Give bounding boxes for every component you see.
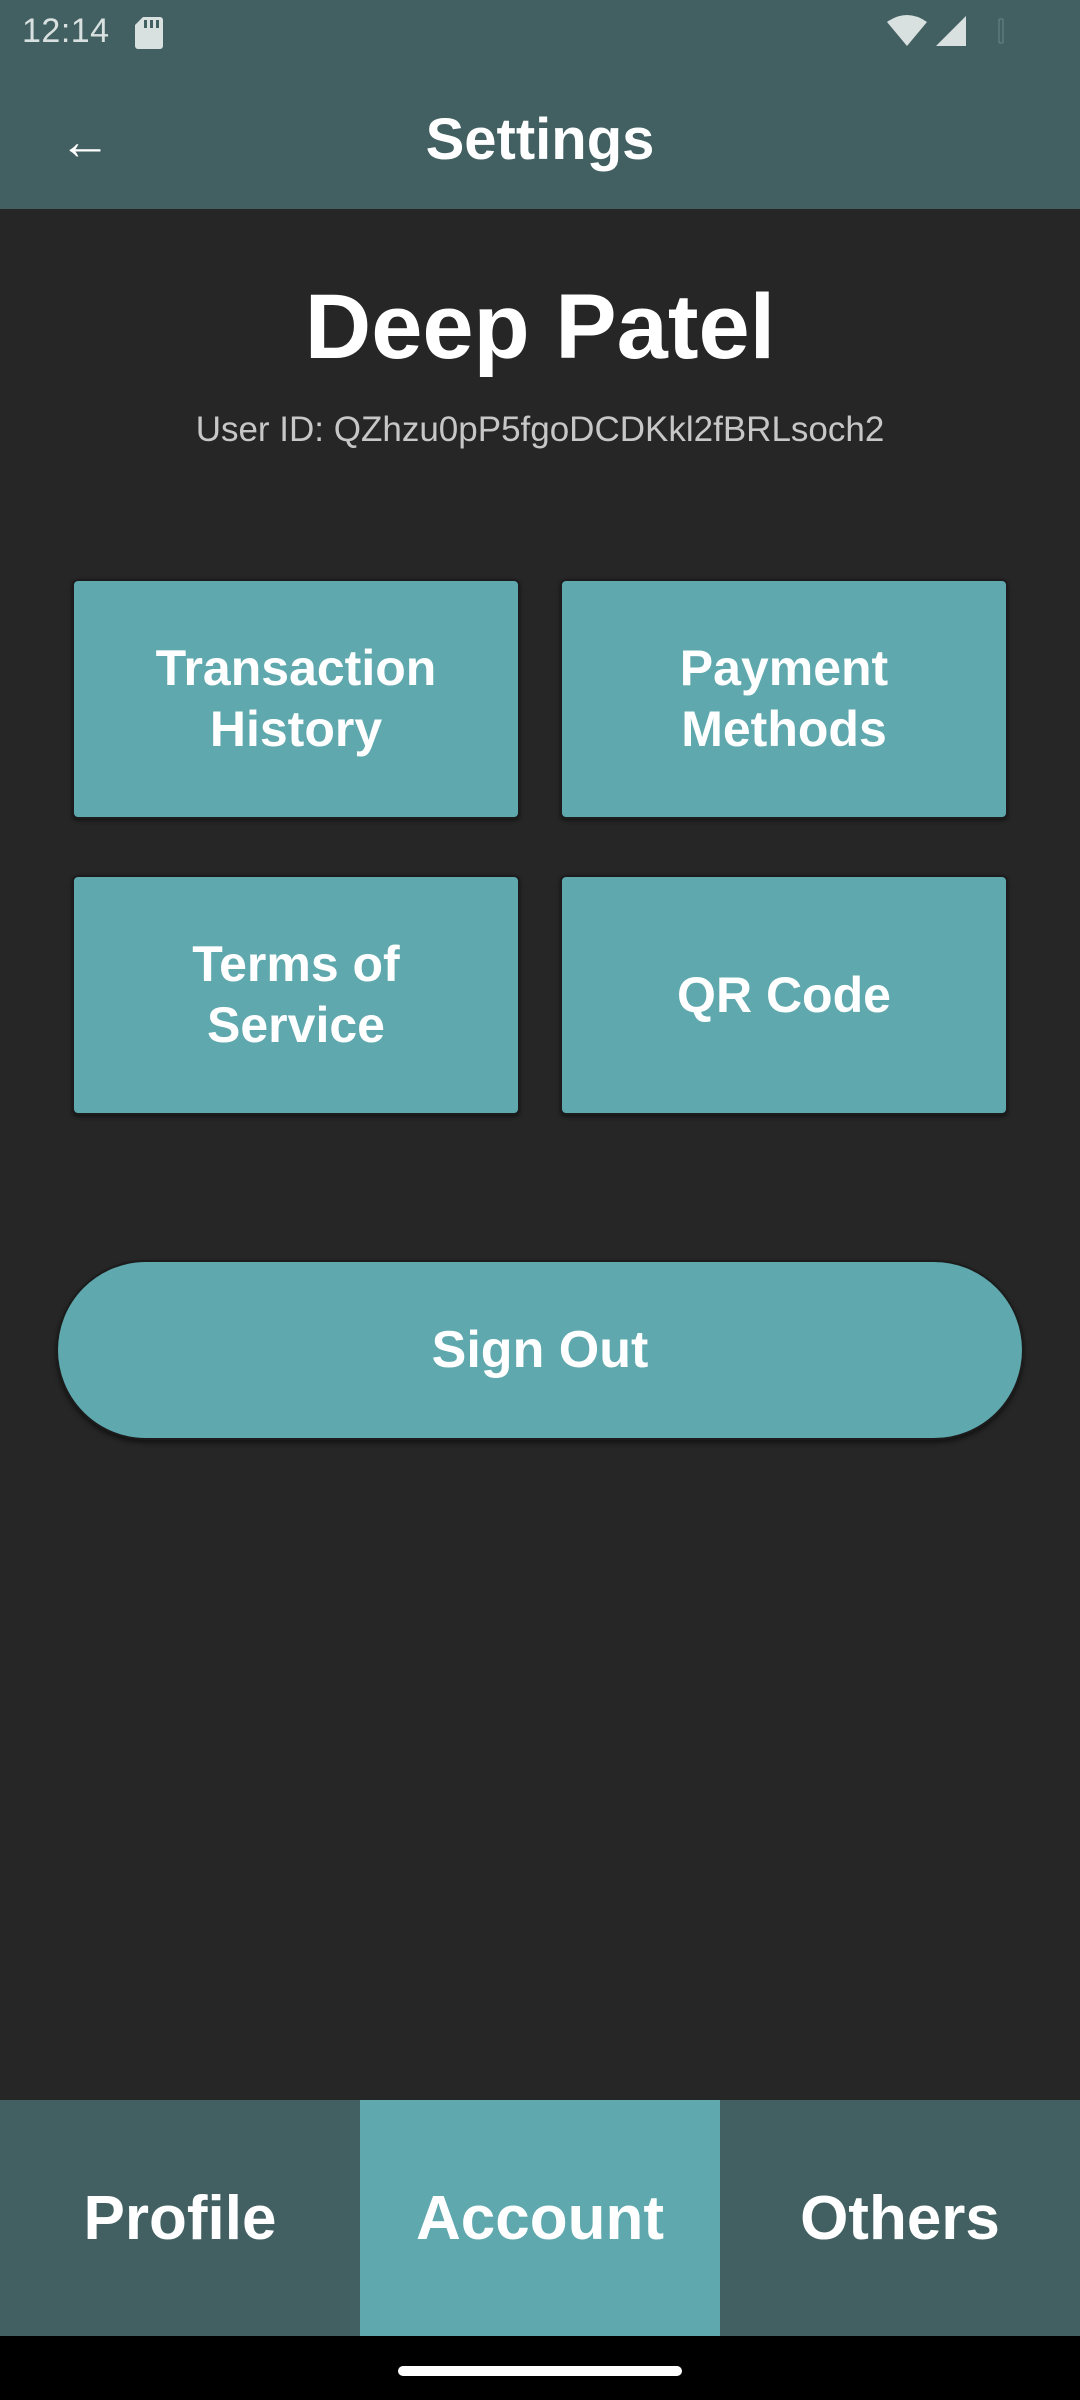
tab-account-label: Account: [416, 2183, 664, 2253]
sign-out-label: Sign Out: [431, 1321, 649, 1379]
terms-of-service-label: Terms of Service: [192, 936, 400, 1053]
top-bar: 12:14 ← Settings: [0, 0, 1080, 209]
qr-code-button[interactable]: QR Code: [560, 875, 1008, 1115]
status-time: 12:14: [22, 12, 110, 50]
home-gesture-handle[interactable]: [398, 2366, 682, 2376]
tab-others-label: Others: [800, 2183, 1000, 2253]
transaction-history-button[interactable]: Transaction History: [72, 579, 520, 819]
bottom-nav: Profile Account Others: [0, 2100, 1080, 2336]
wifi-icon: [887, 15, 927, 46]
qr-code-label: QR Code: [677, 966, 891, 1023]
tab-account[interactable]: Account: [360, 2100, 720, 2336]
sd-card-icon: [135, 17, 163, 49]
gesture-nav-area: [0, 2336, 1080, 2400]
payment-methods-button[interactable]: Payment Methods: [560, 579, 1008, 819]
terms-of-service-button[interactable]: Terms of Service: [72, 875, 520, 1115]
tab-profile-label: Profile: [83, 2183, 277, 2253]
user-id: User ID: QZhzu0pP5fgoDCDKkl2fBRLsoch2: [195, 410, 885, 449]
settings-screen: 12:14 ← Settings Deep Patel User ID: QZh…: [0, 0, 1080, 2400]
transaction-history-label: Transaction History: [155, 640, 437, 757]
tab-others[interactable]: Others: [720, 2100, 1080, 2336]
tab-profile[interactable]: Profile: [0, 2100, 360, 2336]
page-title: Settings: [425, 107, 655, 172]
battery-icon: [998, 18, 1004, 44]
app-bar: ← Settings: [0, 64, 1080, 209]
sign-out-button[interactable]: Sign Out: [56, 1260, 1024, 1440]
signal-icon: [936, 16, 966, 46]
status-bar: 12:14: [0, 0, 1080, 64]
payment-methods-label: Payment Methods: [679, 640, 889, 757]
user-name: Deep Patel: [304, 276, 776, 378]
